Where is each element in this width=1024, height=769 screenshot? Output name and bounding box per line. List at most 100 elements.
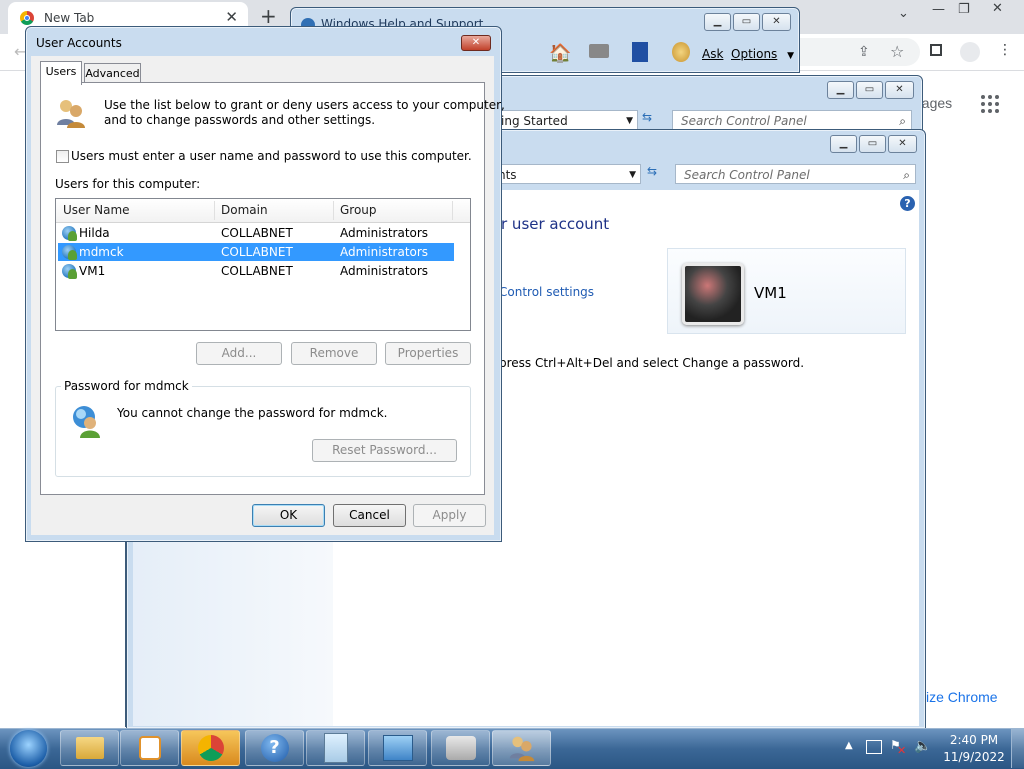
cp-back-address-bar[interactable]: ing Started ▼ bbox=[496, 110, 638, 130]
apps-grid-icon[interactable] bbox=[980, 94, 1000, 114]
options-button[interactable]: Options ▼ bbox=[731, 47, 794, 61]
row-group: Administrators bbox=[340, 226, 429, 240]
customize-chrome-label: ize Chrome bbox=[926, 689, 998, 705]
chevron-down-icon: ▼ bbox=[626, 116, 633, 126]
chrome-tab-title: New Tab bbox=[44, 11, 95, 25]
cp-front-search-input[interactable]: Search Control Panel ⌕ bbox=[675, 164, 916, 184]
home-icon[interactable]: 🏠 bbox=[549, 43, 571, 64]
dialog-close-button[interactable]: ✕ bbox=[461, 35, 491, 51]
chevron-down-icon: ▼ bbox=[629, 170, 636, 180]
taskbar-sync-button[interactable] bbox=[431, 730, 490, 766]
bookmark-star-icon[interactable]: ☆ bbox=[890, 42, 904, 61]
refresh-icon[interactable]: ⇆ bbox=[647, 164, 667, 184]
reset-password-button[interactable]: Reset Password... bbox=[312, 439, 457, 462]
table-row[interactable]: Hilda COLLABNET Administrators bbox=[58, 224, 454, 242]
cp-front-search-placeholder: Search Control Panel bbox=[684, 168, 810, 182]
taskbar-notepad-button[interactable] bbox=[306, 730, 365, 766]
chevron-down-icon: ▼ bbox=[787, 51, 795, 61]
clock-time[interactable]: 2:40 PM bbox=[938, 733, 1010, 747]
cp-back-search-placeholder: Search Control Panel bbox=[681, 114, 807, 128]
maximize-button[interactable]: ▭ bbox=[856, 81, 883, 99]
ok-button[interactable]: OK bbox=[252, 504, 325, 527]
browse-help-icon[interactable] bbox=[632, 42, 648, 62]
dialog-title: User Accounts bbox=[36, 36, 122, 50]
clock-date[interactable]: 11/9/2022 bbox=[938, 750, 1010, 764]
column-divider[interactable] bbox=[333, 201, 334, 220]
taskbar-user-accounts-button[interactable] bbox=[492, 730, 551, 766]
taskbar-media-player-button[interactable] bbox=[120, 730, 179, 766]
close-button[interactable]: ✕ bbox=[885, 81, 914, 99]
refresh-icon[interactable]: ⇆ bbox=[642, 110, 662, 130]
ask-button[interactable]: Ask bbox=[702, 47, 723, 61]
cp-back-search-input[interactable]: Search Control Panel ⌕ bbox=[672, 110, 912, 130]
table-row[interactable]: VM1 COLLABNET Administrators bbox=[58, 262, 454, 280]
users-group-icon bbox=[508, 734, 536, 762]
minimize-button[interactable]: ▁ bbox=[827, 81, 854, 99]
cancel-button[interactable]: Cancel bbox=[333, 504, 406, 527]
minimize-button[interactable]: ▁ bbox=[704, 13, 731, 31]
users-list-header: User Name Domain Group bbox=[56, 199, 470, 223]
column-header-domain[interactable]: Domain bbox=[221, 203, 268, 217]
intro-line-1: Use the list below to grant or deny user… bbox=[104, 98, 505, 112]
properties-button[interactable]: Properties bbox=[385, 342, 471, 365]
close-button[interactable]: ✕ bbox=[762, 13, 791, 31]
minimize-button[interactable]: ▁ bbox=[830, 135, 857, 153]
menu-kebab-icon[interactable]: ⋮ bbox=[998, 42, 1012, 58]
users-for-computer-label: Users for this computer: bbox=[55, 177, 201, 191]
row-user-name: Hilda bbox=[79, 226, 110, 240]
taskbar-control-panel-button[interactable] bbox=[368, 730, 427, 766]
column-header-group[interactable]: Group bbox=[340, 203, 377, 217]
ask-people-icon[interactable] bbox=[672, 42, 690, 62]
must-enter-password-checkbox[interactable] bbox=[56, 150, 69, 163]
media-player-icon bbox=[138, 736, 161, 760]
remove-user-button[interactable]: Remove bbox=[291, 342, 377, 365]
options-label: Options bbox=[731, 47, 778, 61]
network-icon[interactable] bbox=[866, 740, 882, 754]
minimize-icon[interactable]: — bbox=[932, 2, 945, 17]
chevron-down-icon[interactable]: ⌄ bbox=[898, 6, 909, 21]
print-icon[interactable] bbox=[589, 44, 609, 58]
taskbar-chrome-button[interactable] bbox=[181, 730, 240, 766]
add-user-button[interactable]: Add... bbox=[196, 342, 282, 365]
apply-button[interactable]: Apply bbox=[413, 504, 486, 527]
column-divider[interactable] bbox=[214, 201, 215, 220]
must-enter-password-label[interactable]: Users must enter a user name and passwor… bbox=[71, 149, 472, 163]
users-group-icon bbox=[55, 97, 87, 129]
side-panel-icon[interactable] bbox=[930, 44, 942, 56]
volume-icon[interactable]: 🔈 bbox=[914, 738, 931, 754]
taskbar-help-button[interactable]: ? bbox=[245, 730, 304, 766]
search-icon: ⌕ bbox=[903, 168, 910, 182]
share-icon[interactable]: ⇪ bbox=[858, 44, 870, 60]
chrome-logo-icon bbox=[20, 11, 34, 25]
show-desktop-button[interactable] bbox=[1011, 729, 1024, 768]
close-window-icon[interactable]: ✕ bbox=[992, 1, 1003, 16]
tab-users[interactable]: Users bbox=[40, 61, 82, 85]
column-header-user-name[interactable]: User Name bbox=[63, 203, 130, 217]
start-button[interactable] bbox=[4, 729, 52, 768]
users-list[interactable]: User Name Domain Group Hilda COLLABNET A… bbox=[55, 198, 471, 331]
new-tab-button[interactable]: + bbox=[260, 4, 277, 28]
restore-icon[interactable]: ❐ bbox=[958, 2, 970, 17]
maximize-button[interactable]: ▭ bbox=[859, 135, 886, 153]
show-hidden-icons-icon[interactable]: ▲ bbox=[845, 740, 853, 751]
taskbar-explorer-button[interactable] bbox=[60, 730, 119, 766]
close-button[interactable]: ✕ bbox=[888, 135, 917, 153]
user-icon bbox=[62, 264, 77, 279]
customize-chrome-button[interactable]: ize Chrome bbox=[912, 686, 1012, 710]
cp-control-settings-link[interactable]: Control settings bbox=[499, 285, 594, 299]
help-question-icon[interactable]: ? bbox=[900, 196, 915, 211]
tab-advanced[interactable]: Advanced bbox=[84, 63, 141, 84]
action-center-icon[interactable]: ⚑ ✕ bbox=[890, 738, 906, 757]
maximize-button[interactable]: ▭ bbox=[733, 13, 760, 31]
profile-avatar-icon[interactable] bbox=[960, 42, 980, 62]
user-icon bbox=[62, 245, 77, 260]
close-tab-icon[interactable]: ✕ bbox=[225, 8, 238, 26]
cp-front-address-bar[interactable]: nts ▼ bbox=[493, 164, 641, 184]
password-group bbox=[55, 386, 471, 477]
windows-logo-icon bbox=[10, 730, 47, 767]
document-icon bbox=[323, 733, 348, 763]
account-tile: VM1 bbox=[667, 248, 906, 334]
table-row-selected[interactable]: mdmck COLLABNET Administrators bbox=[58, 243, 454, 261]
column-divider[interactable] bbox=[452, 201, 453, 220]
control-panel-icon bbox=[382, 735, 413, 761]
